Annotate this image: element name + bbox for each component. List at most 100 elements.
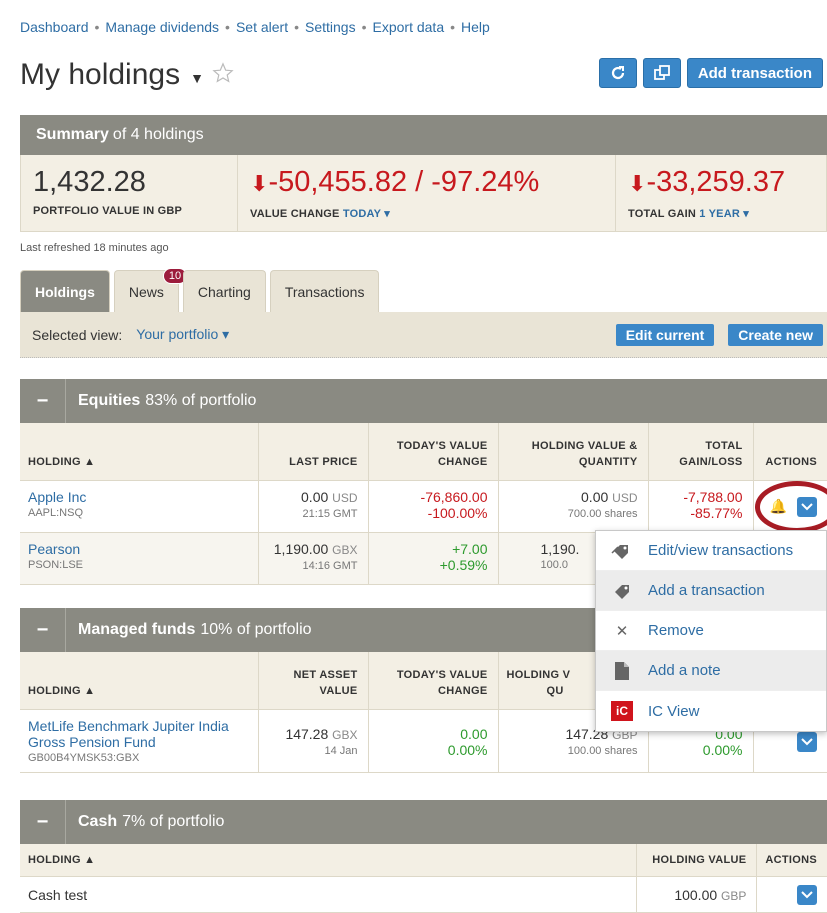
top-nav: Dashboard • Manage dividends • Set alert • Set… bbox=[20, 19, 490, 35]
popout-button[interactable] bbox=[642, 58, 681, 88]
selected-view-label: Selected view: bbox=[32, 326, 123, 343]
last-price: 0.00 bbox=[301, 488, 329, 505]
funds-pct: 10% of portfolio bbox=[200, 621, 312, 638]
tab-charting[interactable]: Charting bbox=[182, 270, 266, 312]
holding-link[interactable]: Pearson bbox=[28, 541, 80, 557]
nav-export-data[interactable]: Export data bbox=[373, 19, 445, 35]
holding-ticker: PSON:LSE bbox=[28, 558, 84, 571]
collapse-cash-button[interactable]: − bbox=[20, 800, 66, 844]
last-price: 1,190.00 bbox=[273, 540, 329, 557]
selected-view-dropdown[interactable]: Your portfolio ▾ bbox=[136, 326, 229, 343]
menu-add-note[interactable]: Add a note bbox=[596, 651, 826, 691]
tab-transactions[interactable]: Transactions bbox=[269, 270, 380, 312]
total-gain-cell: ⬇-33,259.37 TOTAL GAIN 1 YEAR ▾ bbox=[616, 155, 826, 231]
cash-title: Cash bbox=[78, 813, 118, 830]
tab-news-label: News bbox=[128, 283, 164, 300]
last-refreshed: Last refreshed 18 minutes ago bbox=[20, 242, 169, 254]
refresh-button[interactable] bbox=[598, 58, 637, 88]
value-change-pct: 0.00% bbox=[447, 741, 488, 758]
title-dropdown-icon[interactable]: ▼ bbox=[190, 70, 204, 86]
equities-title: Equities bbox=[78, 392, 141, 409]
add-transaction-button[interactable]: Add transaction bbox=[686, 58, 823, 88]
col-todays-change: TODAY'S VALUE CHANGE bbox=[368, 423, 499, 481]
value-change-pct: -100.00% bbox=[427, 504, 488, 521]
quantity: 700.00 shares bbox=[567, 507, 638, 520]
top-actions: Add transaction bbox=[598, 58, 823, 88]
portfolio-value-label: PORTFOLIO VALUE IN GBP bbox=[33, 205, 183, 217]
col-holding[interactable]: HOLDING ▲ bbox=[20, 423, 259, 481]
holding-link[interactable]: MetLife Benchmark Jupiter India Gross Pe… bbox=[28, 718, 229, 750]
tab-news[interactable]: News 10 bbox=[113, 268, 188, 312]
funds-title: Managed funds bbox=[78, 621, 196, 638]
total-gain-period-dropdown[interactable]: 1 YEAR ▾ bbox=[699, 208, 749, 220]
nav-manage-dividends[interactable]: Manage dividends bbox=[105, 19, 219, 35]
value-change-pct: +0.59% bbox=[439, 556, 488, 573]
nav-dashboard[interactable]: Dashboard bbox=[20, 19, 89, 35]
menu-remove[interactable]: ✕ Remove bbox=[596, 611, 826, 651]
equities-header: − Equities 83% of portfolio bbox=[20, 379, 827, 423]
create-new-button[interactable]: Create new bbox=[728, 324, 823, 346]
ic-logo-icon: iC bbox=[611, 701, 633, 721]
total-gain-label: TOTAL GAIN bbox=[628, 208, 696, 220]
currency: GBX bbox=[332, 727, 358, 742]
value-change: -76,860.00 bbox=[420, 488, 488, 505]
currency: GBP bbox=[721, 888, 747, 903]
nav-set-alert[interactable]: Set alert bbox=[236, 19, 288, 35]
cash-section: − Cash 7% of portfolio HOLDING ▲ HOLDING… bbox=[20, 800, 827, 913]
holding-link[interactable]: Apple Inc bbox=[28, 489, 86, 505]
table-row: Cash test 100.00 GBP bbox=[20, 876, 827, 913]
value-change: -50,455.82 / -97.24% bbox=[268, 166, 540, 198]
total-gain-pct: 0.00% bbox=[702, 741, 743, 758]
collapse-equities-button[interactable]: − bbox=[20, 379, 66, 423]
col-holding-value: HOLDING VALUE bbox=[636, 844, 758, 877]
col-holding[interactable]: HOLDING ▲ bbox=[20, 844, 638, 877]
holding-value: 100.00 bbox=[674, 886, 718, 903]
edit-current-button[interactable]: Edit current bbox=[615, 324, 715, 346]
currency: GBX bbox=[332, 542, 358, 557]
value-change-period-dropdown[interactable]: TODAY ▾ bbox=[343, 208, 390, 220]
cash-table: HOLDING ▲ HOLDING VALUE ACTIONS Cash tes… bbox=[20, 844, 827, 913]
col-total-gain: TOTAL GAIN/LOSS bbox=[648, 423, 754, 481]
total-gain: -33,259.37 bbox=[646, 166, 786, 198]
popout-icon bbox=[653, 65, 670, 80]
summary-body: 1,432.28 PORTFOLIO VALUE IN GBP ⬇-50,455… bbox=[20, 155, 827, 232]
chevron-down-icon bbox=[801, 891, 813, 899]
holding-ticker: AAPL:NSQ bbox=[28, 506, 84, 519]
table-row: Apple Inc AAPL:NSQ 0.00 USD 21:15 GMT -76,… bbox=[20, 480, 827, 533]
menu-add-transaction[interactable]: Add a transaction bbox=[596, 571, 826, 611]
col-net-asset-value: NET ASSET VALUE bbox=[258, 652, 369, 710]
value-change-label: VALUE CHANGE bbox=[250, 208, 340, 220]
col-holding[interactable]: HOLDING ▲ bbox=[20, 652, 259, 710]
portfolio-value-cell: 1,432.28 PORTFOLIO VALUE IN GBP bbox=[21, 155, 238, 231]
chevron-down-icon bbox=[801, 737, 813, 745]
page-title-row: My holdings ▼ bbox=[20, 58, 234, 92]
down-arrow-icon: ⬇ bbox=[628, 171, 647, 196]
summary-heading: Summary bbox=[36, 126, 109, 143]
holding-value: 1,190. bbox=[540, 540, 580, 557]
equities-pct: 83% of portfolio bbox=[145, 392, 257, 409]
value-change: +7.00 bbox=[452, 540, 488, 557]
summary-panel: Summary of 4 holdings 1,432.28 PORTFOLIO… bbox=[20, 115, 827, 232]
collapse-funds-button[interactable]: − bbox=[20, 608, 66, 652]
nav-help[interactable]: Help bbox=[461, 19, 490, 35]
down-arrow-icon: ⬇ bbox=[250, 171, 269, 196]
actions-dropdown-button[interactable] bbox=[797, 885, 817, 905]
favorite-star-icon[interactable] bbox=[212, 58, 234, 92]
nav-settings[interactable]: Settings bbox=[305, 19, 356, 35]
menu-edit-view-transactions[interactable]: Edit/view transactions bbox=[596, 531, 826, 571]
currency: USD bbox=[332, 490, 358, 505]
holding-value: 0.00 bbox=[581, 488, 609, 505]
cash-name: Cash test bbox=[20, 876, 638, 913]
tab-holdings[interactable]: Holdings bbox=[20, 270, 110, 312]
menu-ic-view[interactable]: iC IC View bbox=[596, 691, 826, 731]
actions-dropdown-button[interactable] bbox=[797, 731, 817, 752]
price-time: 21:15 GMT bbox=[302, 507, 358, 520]
value-change: 0.00 bbox=[460, 725, 488, 742]
col-actions: ACTIONS bbox=[753, 423, 827, 481]
col-todays-change: TODAY'S VALUE CHANGE bbox=[368, 652, 499, 710]
menu-label: Edit/view transactions bbox=[648, 542, 794, 559]
price-time: 14:16 GMT bbox=[302, 559, 358, 572]
menu-label: Remove bbox=[648, 622, 704, 639]
quantity: 100.00 shares bbox=[567, 744, 638, 757]
col-holding-value: HOLDING VALUE & QUANTITY bbox=[498, 423, 649, 481]
